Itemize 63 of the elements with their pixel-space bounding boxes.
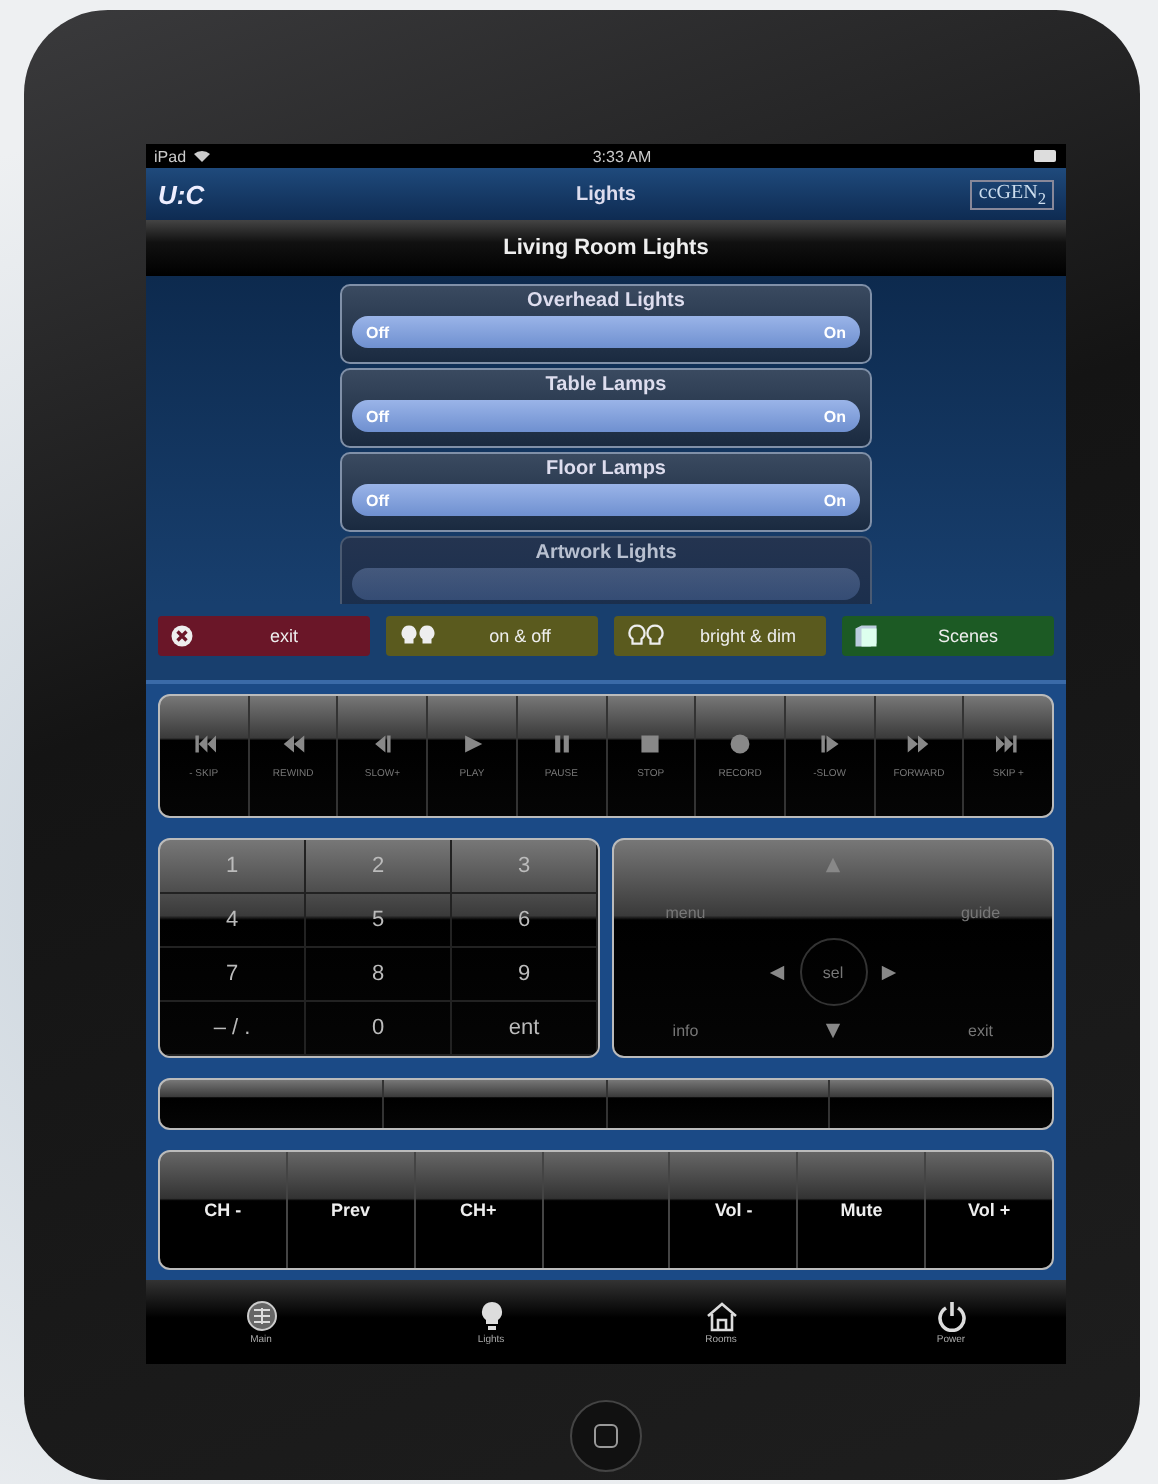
right-arrow-icon[interactable] (880, 963, 898, 982)
off-label: Off (366, 491, 390, 509)
keypad-key[interactable]: 8 (306, 948, 452, 1002)
mode-button[interactable]: bright & dim (614, 616, 826, 656)
power-icon (935, 1299, 967, 1331)
pause-icon (549, 732, 574, 756)
control-button[interactable]: Mute (798, 1152, 927, 1268)
bulbs-icon (626, 624, 666, 648)
rewind-icon (281, 732, 306, 756)
mode-button[interactable]: Scenes (842, 616, 1054, 656)
mode-button[interactable]: exit (158, 616, 370, 656)
on-label: On (823, 491, 846, 509)
light-name: Artwork Lights (535, 542, 677, 564)
off-label: Off (366, 407, 390, 425)
keypad-key[interactable]: 1 (160, 840, 306, 894)
keypad-key[interactable]: ent (452, 1002, 598, 1056)
control-button[interactable]: CH+ (415, 1152, 544, 1268)
house-icon (705, 1299, 737, 1331)
light-switch[interactable] (352, 568, 860, 600)
on-label: On (823, 407, 846, 425)
keypad-key[interactable]: – / . (160, 1002, 306, 1056)
record-icon (728, 732, 753, 756)
light-name: Table Lamps (545, 374, 667, 396)
exit-button[interactable]: exit (964, 1018, 997, 1045)
on-label: On (823, 323, 846, 341)
play-icon (459, 732, 484, 756)
logo: U:C (158, 179, 207, 209)
control-button[interactable]: CH - (160, 1152, 288, 1268)
bulbs-icon (398, 624, 438, 648)
control-button[interactable]: Vol - (670, 1152, 799, 1268)
keypad-key[interactable]: 4 (160, 894, 306, 948)
keypad-key[interactable]: 9 (452, 948, 598, 1002)
select-button[interactable]: sel (799, 938, 867, 1007)
light-name: Overhead Lights (527, 290, 685, 312)
grid-icon (245, 1299, 277, 1331)
keypad-key[interactable]: 7 (160, 948, 306, 1002)
slow-back-icon (370, 732, 395, 756)
skip-forward-icon (996, 732, 1021, 756)
brand-logo: ccGEN$_{2}$ (970, 179, 1054, 209)
down-arrow-icon[interactable] (824, 1022, 842, 1041)
mode-button[interactable]: on & off (386, 616, 598, 656)
light-name: Floor Lamps (545, 458, 666, 480)
close-icon (170, 624, 194, 648)
clock: 3:33 AM (590, 147, 654, 165)
skip-back-icon (191, 732, 216, 756)
slow-forward-icon (817, 732, 842, 756)
control-button[interactable]: Prev (287, 1152, 416, 1268)
wifi-icon (194, 150, 211, 162)
left-arrow-icon[interactable] (768, 963, 786, 982)
keypad-key[interactable]: 6 (452, 894, 598, 948)
stop-icon (638, 732, 663, 756)
fast-forward-icon (906, 732, 931, 756)
cube-icon (854, 624, 878, 648)
battery-icon (1034, 150, 1058, 162)
keypad-key[interactable]: 0 (306, 1002, 452, 1056)
keypad-key[interactable]: 5 (306, 894, 452, 948)
off-label: Off (366, 323, 390, 341)
home-button[interactable] (570, 1400, 642, 1472)
device-name: iPad (154, 147, 187, 165)
info-button[interactable]: info (668, 1018, 703, 1045)
control-button[interactable]: Vol + (926, 1152, 1052, 1268)
section-title: Living Room Lights (146, 220, 1066, 276)
screen-title: Lights (574, 183, 638, 205)
